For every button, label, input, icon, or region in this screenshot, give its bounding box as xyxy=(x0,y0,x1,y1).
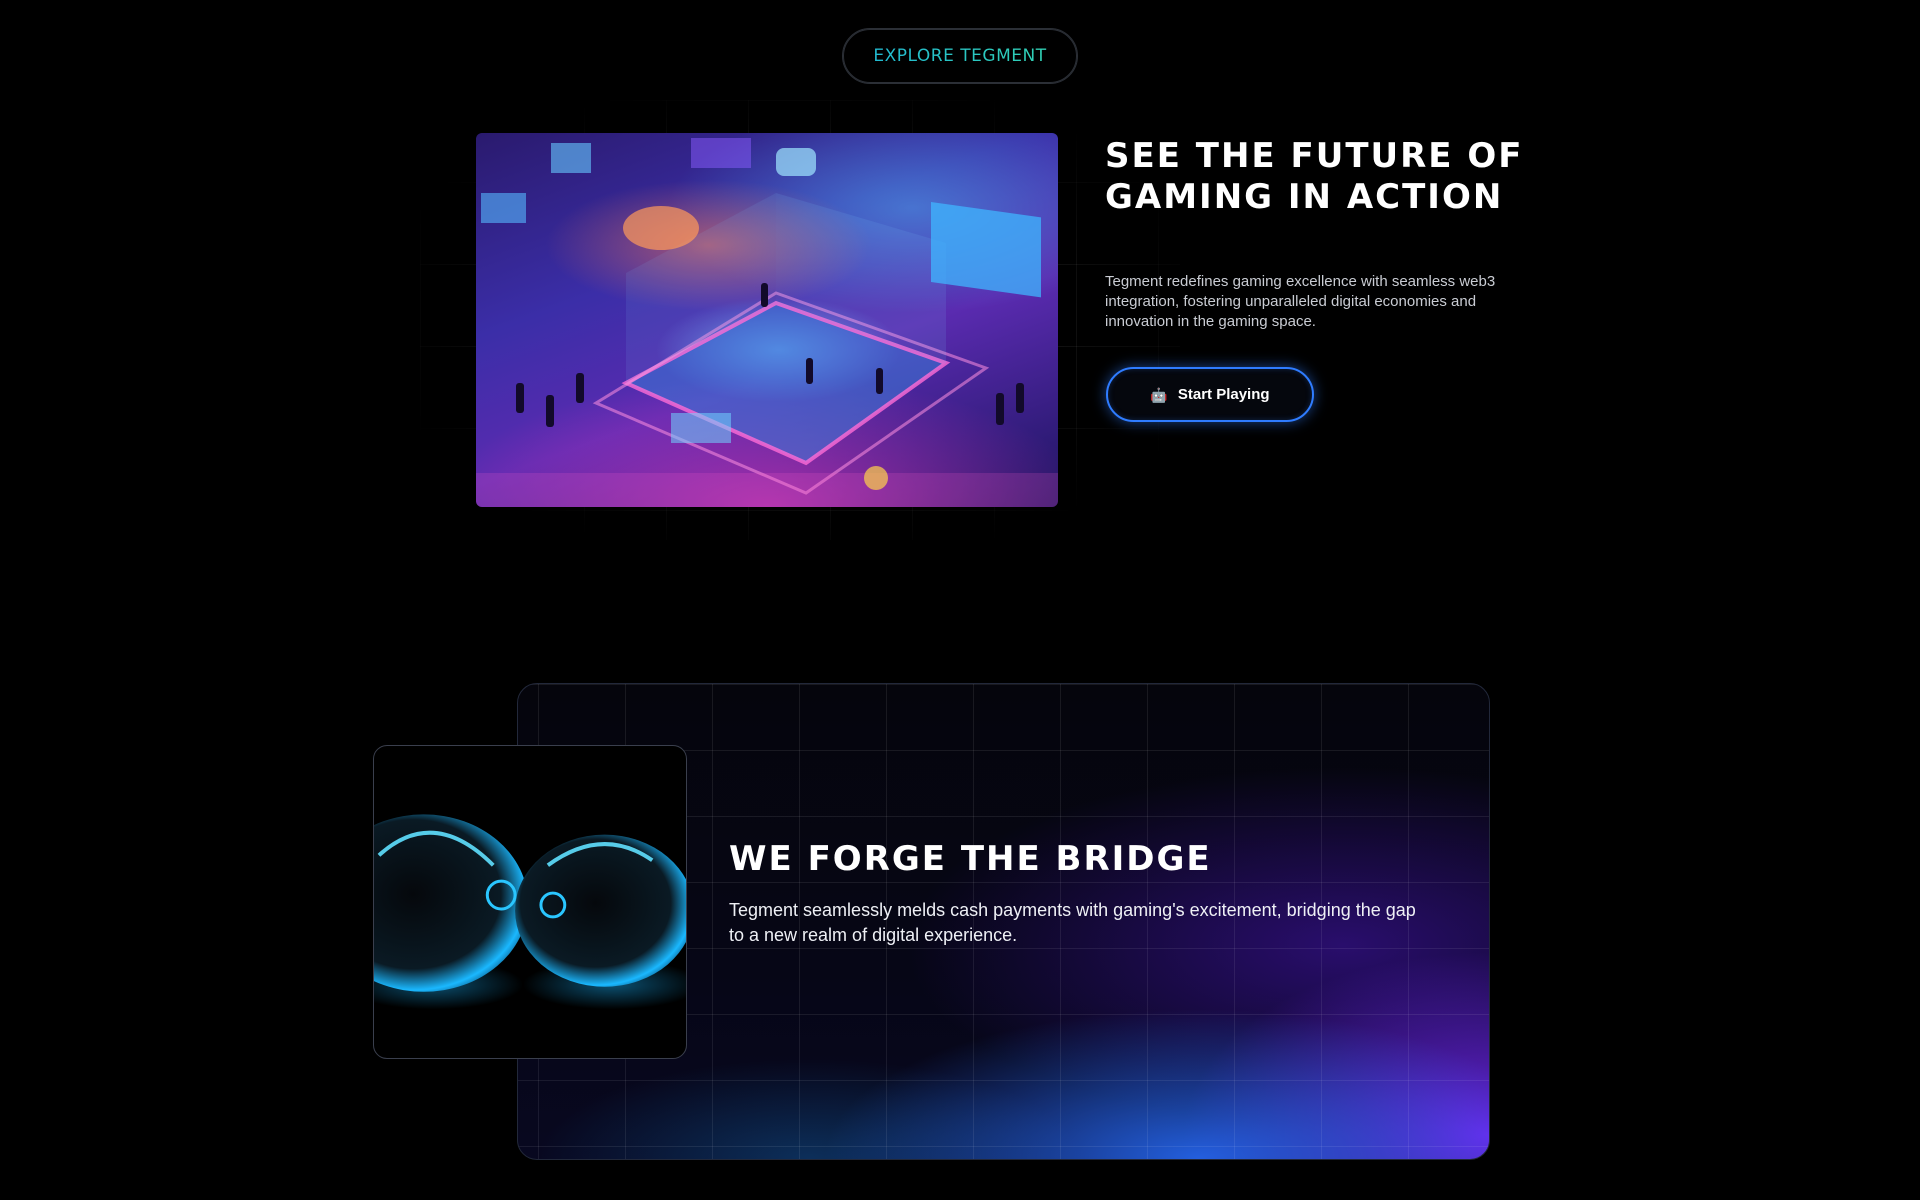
glass-orbs-illustration xyxy=(374,814,686,1010)
gaming-arena-image xyxy=(476,133,1058,507)
start-playing-button[interactable]: 🤖 Start Playing xyxy=(1106,367,1314,422)
hero-title: SEE THE FUTURE OF GAMING IN ACTION xyxy=(1105,136,1524,217)
hero-description: Tegment redefines gaming excellence with… xyxy=(1105,273,1496,330)
glass-orbs-image xyxy=(373,745,687,1059)
start-playing-label: Start Playing xyxy=(1177,386,1270,403)
bridge-description: Tegment seamlessly melds cash payments w… xyxy=(729,900,1416,945)
explore-tegment-button[interactable]: EXPLORE TEGMENT xyxy=(842,28,1078,84)
robot-icon: 🤖 xyxy=(1150,386,1168,403)
bridge-title: WE FORGE THE BRIDGE xyxy=(729,839,1212,879)
gaming-arena-illustration xyxy=(476,138,1058,507)
page: EXPLORE TEGMENT SEE THE FUTURE OF GAMING… xyxy=(0,0,1920,1200)
